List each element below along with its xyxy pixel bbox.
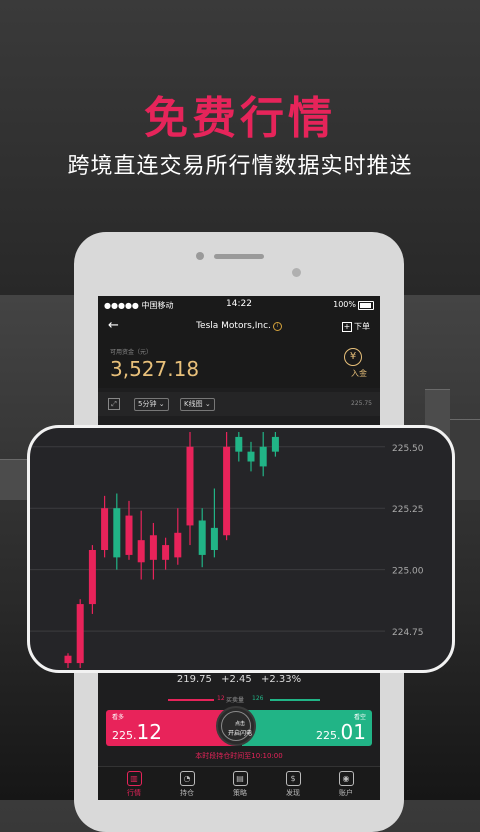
yen-icon[interactable]: ¥ bbox=[344, 348, 362, 366]
order-label: 下单 bbox=[354, 322, 370, 331]
tab-2[interactable]: ▤ 策略 bbox=[220, 771, 260, 798]
short-price-frac: 01 bbox=[340, 720, 366, 744]
tab-0[interactable]: ▥ 行情 bbox=[114, 771, 154, 798]
funds-label: 可用资金（元） bbox=[110, 349, 153, 356]
stock-title: Tesla Motors,Inc. i bbox=[98, 321, 380, 331]
short-price-int: 225. bbox=[316, 729, 341, 742]
short-price: 225.01 bbox=[316, 720, 366, 744]
chart-kind-label: K线图 bbox=[184, 400, 203, 408]
chart-zoom-card: 225.50 225.25 225.00 224.75 bbox=[27, 425, 455, 673]
price-change-pct: +2.33% bbox=[260, 674, 302, 685]
long-price: 225.12 bbox=[112, 720, 162, 744]
interval-select[interactable]: 5分钟 ⌄ bbox=[134, 398, 169, 411]
last-price: 219.75 bbox=[176, 674, 212, 685]
tab-label: 发现 bbox=[286, 789, 300, 797]
quote-line: 219.75 +2.45 +2.33% bbox=[98, 674, 380, 685]
candle-body bbox=[88, 550, 96, 605]
candle-body bbox=[186, 446, 194, 526]
tab-3[interactable]: $ 发现 bbox=[273, 771, 313, 798]
y-tick-label: 225.00 bbox=[392, 567, 424, 577]
candle-body bbox=[162, 545, 170, 560]
candlestick-chart: 225.50 225.25 225.00 224.75 bbox=[30, 432, 424, 668]
battery-percent: 100% bbox=[333, 300, 356, 309]
y-tick-label: 224.75 bbox=[392, 628, 424, 638]
tab-1[interactable]: ◔ 持仓 bbox=[167, 771, 207, 798]
tab-label: 策略 bbox=[233, 789, 247, 797]
flash-line-2: 开启闪电 bbox=[227, 730, 252, 737]
short-button[interactable]: 看空 225.01 bbox=[242, 710, 372, 746]
flash-ring: 点击 开启闪电 bbox=[221, 711, 252, 741]
buy-volume: 12 bbox=[217, 695, 225, 702]
plus-icon: + bbox=[342, 322, 352, 332]
candle-body bbox=[125, 515, 133, 555]
buy-volume-bar bbox=[168, 699, 214, 701]
tab-bar: ▥ 行情 ◔ 持仓 ▤ 策略 $ 发现 ◉ 账户 bbox=[98, 766, 380, 800]
discover-icon: $ bbox=[285, 771, 301, 786]
headline: 免费行情 bbox=[144, 93, 336, 144]
chart-icon: ▥ bbox=[126, 771, 142, 786]
trade-panel: 看多 225.12 看空 225.01 点击 开启闪电 bbox=[106, 706, 372, 746]
candle-body bbox=[101, 508, 109, 550]
candle-body bbox=[271, 436, 279, 452]
tab-4[interactable]: ◉ 账户 bbox=[326, 771, 366, 798]
strategy-icon: ▤ bbox=[232, 771, 248, 786]
long-price-frac: 12 bbox=[136, 720, 162, 744]
expand-icon[interactable]: ⤢ bbox=[108, 398, 120, 410]
price-change: +2.45 bbox=[221, 674, 252, 685]
interval-label: 5分钟 bbox=[138, 400, 157, 408]
camera-icon bbox=[196, 252, 204, 260]
funds-panel: 可用资金（元） 3,527.18 ¥ 入金 bbox=[98, 340, 380, 388]
stock-name: Tesla Motors,Inc. bbox=[196, 321, 271, 331]
volume-bar: 12 买卖量 126 bbox=[98, 694, 380, 706]
candle-body bbox=[259, 446, 267, 467]
candle-body bbox=[210, 527, 218, 550]
session-hours: 本时段持仓时间至10:10:00 bbox=[195, 752, 283, 760]
candle-body bbox=[137, 540, 145, 563]
candle-body bbox=[76, 604, 84, 664]
subheadline: 跨境直连交易所行情数据实时推送 bbox=[67, 154, 413, 179]
sell-volume: 126 bbox=[252, 695, 264, 702]
tab-label: 持仓 bbox=[180, 789, 194, 797]
candle-body bbox=[113, 508, 121, 558]
candle-body bbox=[235, 436, 243, 452]
funds-amount: 3,527.18 bbox=[110, 357, 200, 381]
battery-icon bbox=[358, 301, 374, 310]
y-tick-label: 225.50 bbox=[392, 444, 424, 454]
sensor-dot bbox=[292, 268, 301, 277]
status-bar: ●●●●● 中国移动 14:22 100% bbox=[98, 296, 380, 314]
candle-body bbox=[64, 655, 72, 664]
candle-body bbox=[247, 451, 255, 462]
candle-body bbox=[223, 446, 231, 536]
sell-volume-bar bbox=[270, 699, 320, 701]
flash-trade-button[interactable]: 点击 开启闪电 bbox=[216, 706, 256, 746]
nav-bar: ← Tesla Motors,Inc. i + 下单 bbox=[98, 314, 380, 340]
candle-body bbox=[149, 535, 157, 560]
tab-label: 行情 bbox=[127, 789, 141, 797]
tab-label: 账户 bbox=[339, 789, 353, 797]
account-icon: ◉ bbox=[338, 771, 354, 786]
y-tick-label: 225.25 bbox=[392, 505, 424, 515]
volume-label: 买卖量 bbox=[226, 697, 245, 704]
speaker-grille bbox=[214, 254, 264, 259]
deposit-button[interactable]: 入金 bbox=[351, 368, 367, 379]
flash-line-1: 点击 bbox=[234, 721, 245, 727]
place-order-button[interactable]: + 下单 bbox=[342, 321, 370, 332]
chart-toolbar: ⤢ 5分钟 ⌄ K线图 ⌄ 225.75 bbox=[98, 392, 380, 416]
chart-kind-select[interactable]: K线图 ⌄ bbox=[180, 398, 215, 411]
info-icon[interactable]: i bbox=[272, 322, 282, 331]
candle-body bbox=[198, 520, 206, 555]
top-price-tick: 225.75 bbox=[351, 400, 372, 407]
long-price-int: 225. bbox=[112, 729, 137, 742]
pie-icon: ◔ bbox=[179, 771, 195, 786]
candle-body bbox=[174, 532, 182, 558]
